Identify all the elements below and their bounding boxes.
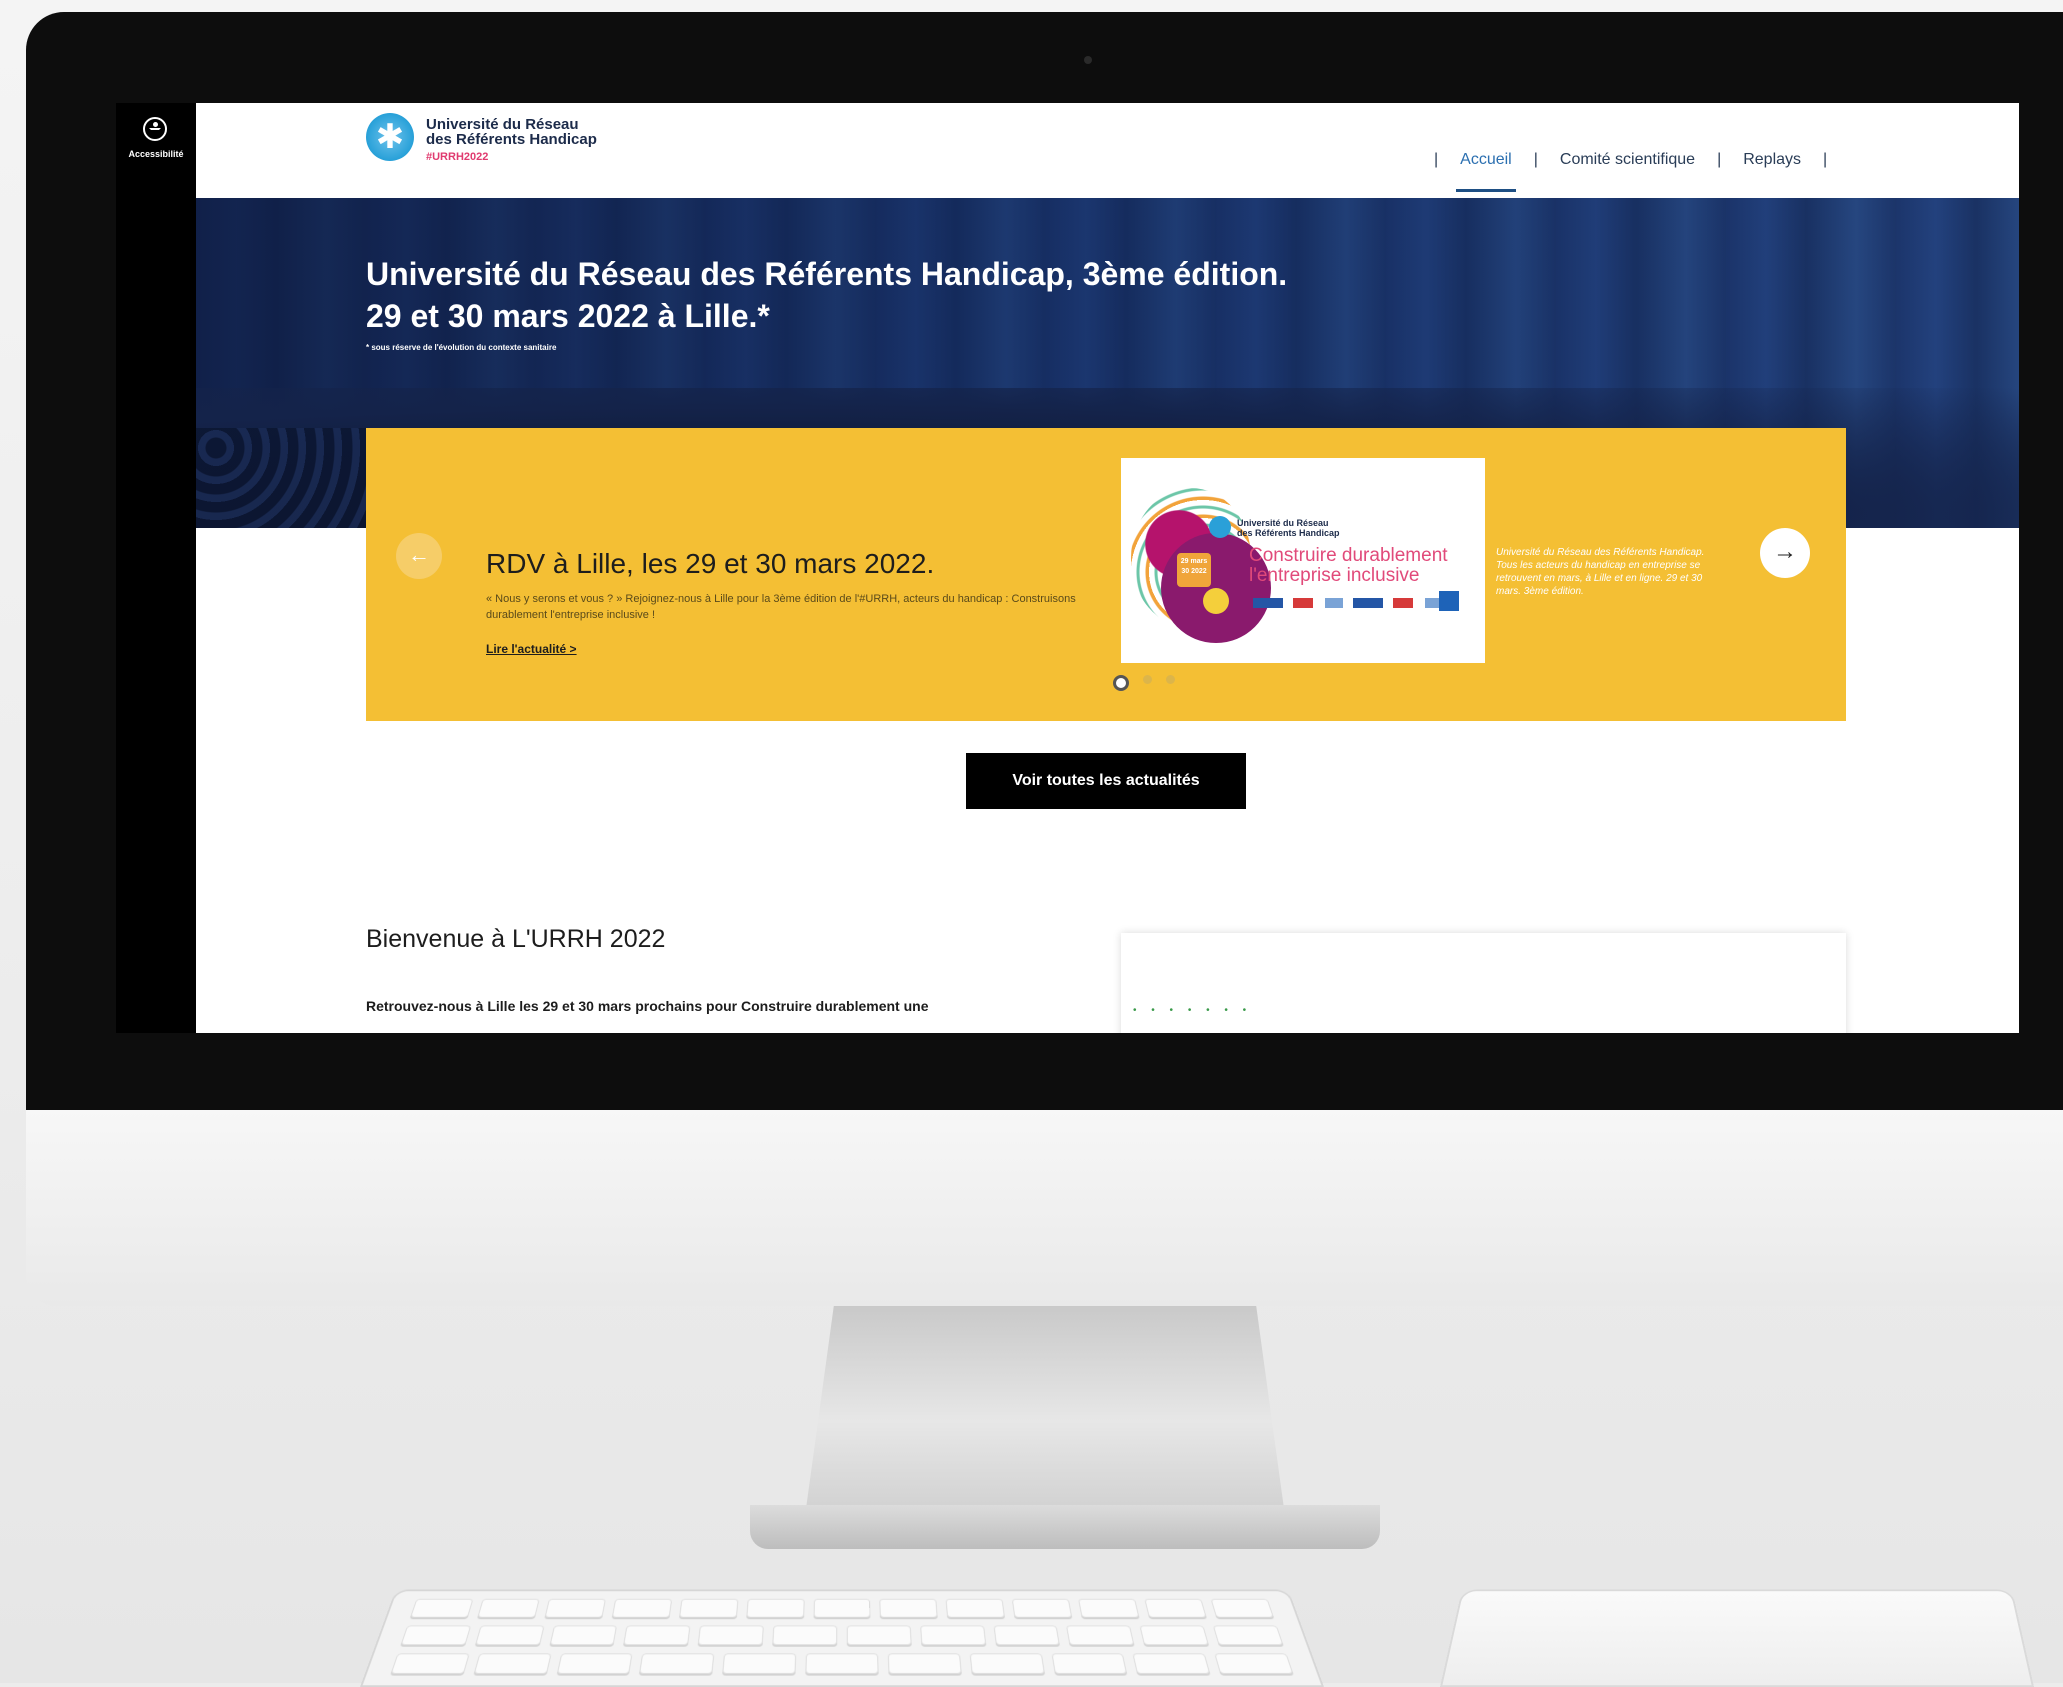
image-header: Université du Réseau des Référents Handi… (1237, 518, 1340, 538)
keyboard (360, 1590, 1324, 1687)
logo-title[interactable]: Université du Réseau des Référents Handi… (426, 117, 597, 147)
nav-item-replays[interactable]: Replays (1739, 151, 1805, 189)
monitor-foot (750, 1505, 1380, 1549)
slider-dot-1[interactable] (1113, 675, 1129, 691)
nav-separator: | (1516, 151, 1556, 169)
nav-separator: | (1805, 151, 1845, 169)
accessibility-label[interactable]: Accessibilité (118, 149, 194, 159)
partner-logos (1253, 598, 1453, 608)
arrow-left-icon[interactable]: ← (396, 533, 442, 579)
partner-badge-icon (1439, 591, 1459, 611)
slider-dot-2[interactable] (1143, 675, 1152, 684)
slider-dot-3[interactable] (1166, 675, 1175, 684)
slide-image: 29 mars 30 2022 Université du Réseau des… (1121, 458, 1485, 663)
all-news-button[interactable]: Voir toutes les actualités (966, 753, 1246, 809)
hero-title: Université du Réseau des Référents Handi… (366, 253, 1287, 295)
news-slider: ← RDV à Lille, les 29 et 30 mars 2022. «… (366, 428, 1846, 721)
image-logo-icon (1209, 516, 1231, 538)
screen: Accessibilité Université du Réseau des R… (116, 103, 2019, 1033)
read-article-link[interactable]: Lire l'actualité > (486, 642, 577, 656)
monitor-chin (26, 1110, 2063, 1306)
slide-caption: Université du Réseau des Référents Handi… (1496, 546, 1721, 598)
camera-icon (1084, 56, 1092, 64)
image-header-line2: des Référents Handicap (1237, 528, 1340, 538)
image-headline-line2: l'entreprise inclusive (1249, 566, 1448, 586)
trackpad (1440, 1590, 2034, 1687)
hero-note: * sous réserve de l'évolution du context… (366, 343, 556, 352)
accessibility-sidebar[interactable]: Accessibilité (116, 103, 196, 1033)
accessibility-icon[interactable] (143, 117, 167, 141)
main-nav: | Accueil | Comité scientifique | Replay… (1416, 151, 1845, 197)
welcome-card: • • • • • • • (1121, 933, 1846, 1033)
logo-title-line1: Université du Réseau (426, 117, 597, 132)
date-chip: 29 mars 30 2022 (1177, 553, 1211, 587)
welcome-text: Retrouvez-nous à Lille les 29 et 30 mars… (366, 998, 928, 1014)
nav-item-comite-scientifique[interactable]: Comité scientifique (1556, 151, 1699, 189)
card-confetti-graphic: • • • • • • • (1133, 1005, 1252, 1016)
slide-description: « Nous y serons et vous ? » Rejoignez-no… (486, 591, 1086, 623)
hero-subtitle: 29 et 30 mars 2022 à Lille.* (366, 295, 770, 337)
nav-separator: | (1699, 151, 1739, 169)
logo-title-line2: des Référents Handicap (426, 132, 597, 147)
image-header-line1: Université du Réseau (1237, 518, 1340, 528)
slider-pagination (1113, 675, 1175, 691)
nav-separator: | (1416, 151, 1456, 169)
logo-hashtag: #URRH2022 (426, 151, 488, 163)
website: Université du Réseau des Référents Handi… (196, 103, 2019, 1033)
image-headline: Construire durablement l'entreprise incl… (1249, 546, 1448, 586)
yellow-dot-graphic (1203, 588, 1229, 614)
monitor-stand (805, 1306, 1285, 1516)
welcome-title: Bienvenue à L'URRH 2022 (366, 925, 665, 954)
logo-icon[interactable] (366, 113, 414, 161)
arrow-right-icon[interactable]: → (1760, 528, 1810, 578)
image-headline-line1: Construire durablement (1249, 546, 1448, 566)
nav-item-accueil[interactable]: Accueil (1456, 151, 1516, 192)
site-header: Université du Réseau des Référents Handi… (196, 103, 2019, 198)
slide-title: RDV à Lille, les 29 et 30 mars 2022. (486, 548, 934, 580)
